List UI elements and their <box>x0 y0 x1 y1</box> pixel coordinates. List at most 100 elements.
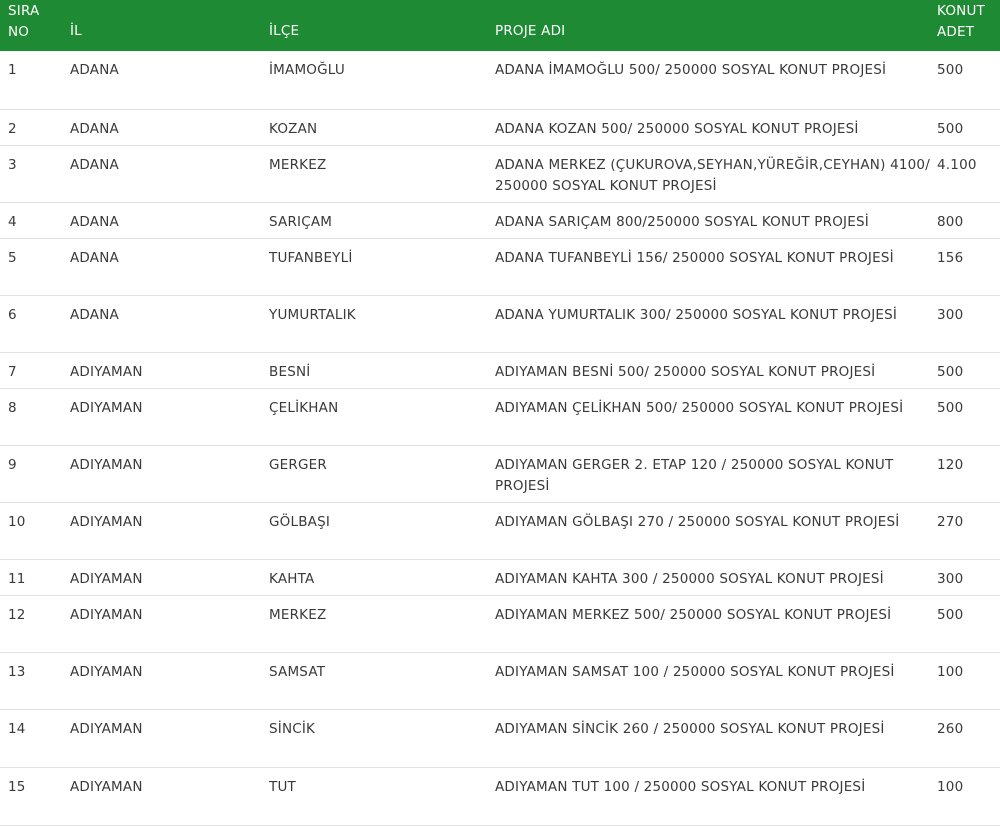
housing-projects-table: SIRA NO İL İLÇE PROJE ADI KONUT ADET 1 AD… <box>0 0 1000 826</box>
table-cell-ilce: ÇELİKHAN <box>269 388 495 446</box>
table-cell-no: 3 <box>0 145 70 203</box>
table-cell-konut-adet: 300 <box>937 559 1000 596</box>
table-cell-konut-adet: 500 <box>937 595 1000 653</box>
header-konut-adet-label: KONUT ADET <box>937 3 985 40</box>
table-cell-proje-adi: ADANA TUFANBEYLİ 156/ 250000 SOSYAL KONU… <box>495 238 937 296</box>
table-cell-il: ADANA <box>70 145 269 203</box>
table-cell-il: ADANA <box>70 238 269 296</box>
table-cell-no: 1 <box>0 51 70 110</box>
table-cell-no: 7 <box>0 352 70 389</box>
table-cell-konut-adet: 156 <box>937 238 1000 296</box>
table-row: 8 ADIYAMAN ÇELİKHAN ADIYAMAN ÇELİKHAN 500/ … <box>0 388 1000 446</box>
table-cell-il: ADIYAMAN <box>70 559 269 596</box>
table-cell-no: 8 <box>0 388 70 446</box>
table-row: 4 ADANA SARIÇAM ADANA SARIÇAM 800/250000 SO… <box>0 202 1000 239</box>
table-cell-il: ADANA <box>70 51 269 110</box>
table-cell-proje-adi: ADIYAMAN MERKEZ 500/ 250000 SOSYAL KONUT… <box>495 595 937 653</box>
table-row: 14 ADIYAMAN SİNCİK ADIYAMAN SİNCİK 260 / 25… <box>0 709 1000 768</box>
table-cell-ilce: BESNİ <box>269 352 495 389</box>
table-cell-no: 10 <box>0 502 70 560</box>
table-row: 2 ADANA KOZAN ADANA KOZAN 500/ 250000 SOSYA… <box>0 109 1000 146</box>
table-cell-ilce: TUFANBEYLİ <box>269 238 495 296</box>
table-cell-konut-adet: 300 <box>937 295 1000 353</box>
table-cell-proje-adi: ADIYAMAN TUT 100 / 250000 SOSYAL KONUT P… <box>495 767 937 826</box>
table-row: 9 ADIYAMAN GERGER ADIYAMAN GERGER 2. ETAP 1… <box>0 445 1000 503</box>
table-cell-konut-adet: 500 <box>937 51 1000 110</box>
table-cell-konut-adet: 100 <box>937 767 1000 826</box>
table-cell-proje-adi: ADANA KOZAN 500/ 250000 SOSYAL KONUT PRO… <box>495 109 937 146</box>
table-cell-proje-adi: ADIYAMAN GERGER 2. ETAP 120 / 250000 SOS… <box>495 445 937 503</box>
header-sira-no-label: SIRA NO <box>8 3 40 40</box>
table-cell-konut-adet: 800 <box>937 202 1000 239</box>
table-cell-konut-adet: 500 <box>937 388 1000 446</box>
table-cell-no: 13 <box>0 652 70 710</box>
table-cell-ilce: KAHTA <box>269 559 495 596</box>
table-cell-no: 11 <box>0 559 70 596</box>
table-cell-no: 4 <box>0 202 70 239</box>
table-cell-konut-adet: 100 <box>937 652 1000 710</box>
table-header: SIRA NO İL İLÇE PROJE ADI KONUT ADET <box>0 0 1000 51</box>
table-cell-ilce: SİNCİK <box>269 709 495 768</box>
table-row: 3 ADANA MERKEZ ADANA MERKEZ (ÇUKUROVA,SEYHA… <box>0 145 1000 203</box>
table-row: 11 ADIYAMAN KAHTA ADIYAMAN KAHTA 300 / 2500… <box>0 559 1000 596</box>
table-row: 5 ADANA TUFANBEYLİ ADANA TUFANBEYLİ 156/ 25… <box>0 238 1000 296</box>
table-cell-ilce: İMAMOĞLU <box>269 51 495 110</box>
table-cell-ilce: SAMSAT <box>269 652 495 710</box>
table-cell-proje-adi: ADANA MERKEZ (ÇUKUROVA,SEYHAN,YÜREĞİR,CE… <box>495 145 937 203</box>
table-cell-konut-adet: 500 <box>937 109 1000 146</box>
table-cell-proje-adi: ADANA YUMURTALIK 300/ 250000 SOSYAL KONU… <box>495 295 937 353</box>
header-proje-adi: PROJE ADI <box>495 23 566 39</box>
table-cell-no: 15 <box>0 767 70 826</box>
table-cell-il: ADIYAMAN <box>70 652 269 710</box>
table-cell-ilce: TUT <box>269 767 495 826</box>
table-cell-ilce: GÖLBAŞI <box>269 502 495 560</box>
table-cell-no: 6 <box>0 295 70 353</box>
table-row: 13 ADIYAMAN SAMSAT ADIYAMAN SAMSAT 100 / 25… <box>0 652 1000 710</box>
table-cell-konut-adet: 500 <box>937 352 1000 389</box>
table-cell-il: ADANA <box>70 109 269 146</box>
table-cell-no: 2 <box>0 109 70 146</box>
table-cell-il: ADIYAMAN <box>70 709 269 768</box>
table-cell-proje-adi: ADIYAMAN KAHTA 300 / 250000 SOSYAL KONUT… <box>495 559 937 596</box>
table-cell-il: ADIYAMAN <box>70 502 269 560</box>
table-row: 15 ADIYAMAN TUT ADIYAMAN TUT 100 / 250000 S… <box>0 767 1000 826</box>
table-cell-il: ADANA <box>70 202 269 239</box>
table-cell-proje-adi: ADIYAMAN GÖLBAŞI 270 / 250000 SOSYAL KON… <box>495 502 937 560</box>
table-cell-ilce: MERKEZ <box>269 145 495 203</box>
table-cell-proje-adi: ADIYAMAN BESNİ 500/ 250000 SOSYAL KONUT … <box>495 352 937 389</box>
table-cell-ilce: SARIÇAM <box>269 202 495 239</box>
table-cell-konut-adet: 270 <box>937 502 1000 560</box>
table-row: 12 ADIYAMAN MERKEZ ADIYAMAN MERKEZ 500/ 250… <box>0 595 1000 653</box>
table-cell-il: ADIYAMAN <box>70 352 269 389</box>
table-cell-no: 5 <box>0 238 70 296</box>
header-sira-no: SIRA NO <box>0 0 70 51</box>
table-row: 6 ADANA YUMURTALIK ADANA YUMURTALIK 300/ 25… <box>0 295 1000 353</box>
table-cell-il: ADIYAMAN <box>70 595 269 653</box>
table-cell-konut-adet: 4.100 <box>937 145 1000 203</box>
table-cell-il: ADIYAMAN <box>70 388 269 446</box>
table-cell-proje-adi: ADIYAMAN SAMSAT 100 / 250000 SOSYAL KONU… <box>495 652 937 710</box>
table-cell-ilce: KOZAN <box>269 109 495 146</box>
header-il: İL <box>70 23 82 39</box>
table-cell-konut-adet: 260 <box>937 709 1000 768</box>
table-cell-ilce: MERKEZ <box>269 595 495 653</box>
table-cell-il: ADANA <box>70 295 269 353</box>
table-cell-proje-adi: ADANA İMAMOĞLU 500/ 250000 SOSYAL KONUT … <box>495 51 937 110</box>
table-cell-il: ADIYAMAN <box>70 445 269 503</box>
table-cell-konut-adet: 120 <box>937 445 1000 503</box>
header-konut-adet: KONUT ADET <box>937 0 1000 51</box>
table-cell-il: ADIYAMAN <box>70 767 269 826</box>
table-cell-ilce: YUMURTALIK <box>269 295 495 353</box>
table-row: 7 ADIYAMAN BESNİ ADIYAMAN BESNİ 500/ 250000… <box>0 352 1000 389</box>
table-cell-proje-adi: ADIYAMAN ÇELİKHAN 500/ 250000 SOSYAL KON… <box>495 388 937 446</box>
table-row: 1 ADANA İMAMOĞLU ADANA İMAMOĞLU 500/ 250000… <box>0 51 1000 110</box>
header-ilce: İLÇE <box>269 23 300 39</box>
table-cell-no: 12 <box>0 595 70 653</box>
table-body: 1 ADANA İMAMOĞLU ADANA İMAMOĞLU 500/ 250000… <box>0 51 1000 826</box>
table-row: 10 ADIYAMAN GÖLBAŞI ADIYAMAN GÖLBAŞI 270 / … <box>0 502 1000 560</box>
table-cell-proje-adi: ADANA SARIÇAM 800/250000 SOSYAL KONUT PR… <box>495 202 937 239</box>
table-cell-no: 9 <box>0 445 70 503</box>
table-cell-no: 14 <box>0 709 70 768</box>
header-row: SIRA NO İL İLÇE PROJE ADI KONUT ADET <box>0 0 1000 51</box>
table-cell-ilce: GERGER <box>269 445 495 503</box>
